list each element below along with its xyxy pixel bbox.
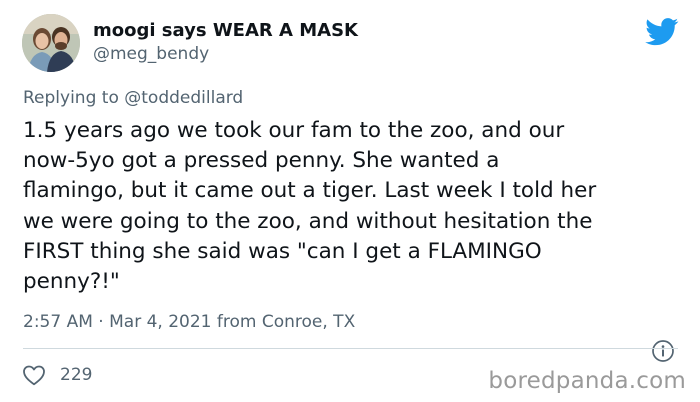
twitter-bird-icon[interactable] [645, 18, 679, 46]
replying-to-line: Replying to @toddedillard [23, 88, 243, 108]
reply-mention-link[interactable]: @toddedillard [124, 88, 243, 108]
tweet-metadata: 2:57 AM · Mar 4, 2021 from Conroe, TX [23, 312, 355, 332]
heart-icon[interactable] [22, 364, 46, 386]
tweet-text: 1.5 years ago we took our fam to the zoo… [23, 118, 597, 295]
author-display-name[interactable]: moogi says WEAR A MASK [93, 20, 358, 41]
like-count: 229 [60, 365, 93, 385]
divider [23, 348, 678, 349]
author-handle[interactable]: @meg_bendy [93, 44, 209, 64]
avatar[interactable] [22, 14, 80, 72]
meta-separator: · [98, 312, 104, 332]
info-icon[interactable] [651, 339, 675, 363]
avatar-photo-icon [22, 14, 80, 72]
replying-to-label: Replying to [23, 88, 119, 108]
like-button[interactable]: 229 [22, 363, 92, 387]
tweet-location: from Conroe, TX [216, 312, 356, 332]
tweet-date[interactable]: Mar 4, 2021 [109, 312, 211, 332]
watermark: boredpanda.com [488, 368, 686, 394]
tweet-time[interactable]: 2:57 AM [23, 312, 93, 332]
